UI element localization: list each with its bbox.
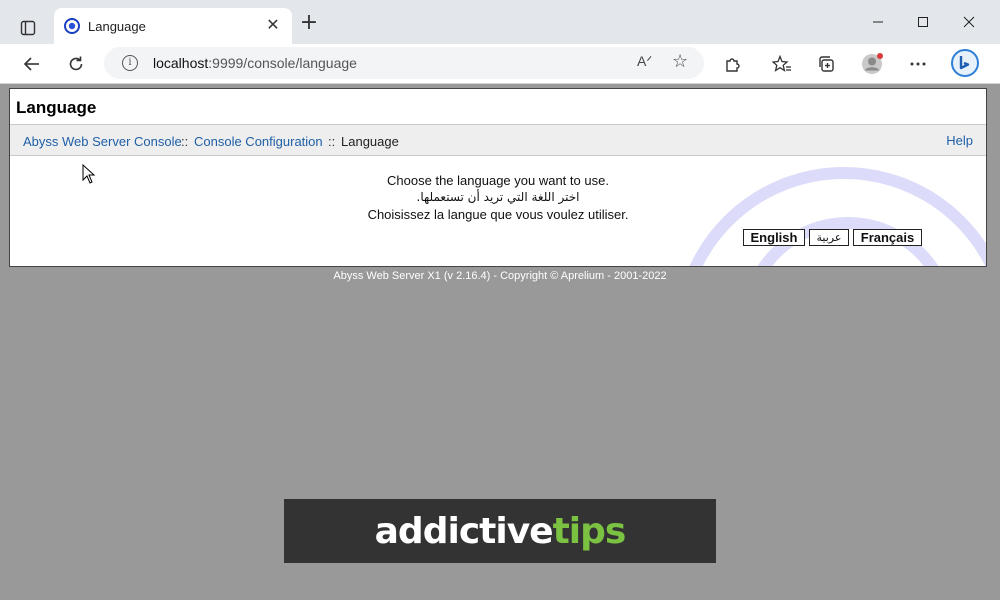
breadcrumb-configuration-link[interactable]: Console Configuration xyxy=(194,134,323,149)
instruction-arabic: اختر اللغة التي تريد أن تستعملها. xyxy=(416,190,580,204)
tab-language[interactable]: Language ✕ xyxy=(54,8,292,44)
french-button[interactable]: Français xyxy=(853,229,922,246)
plus-icon[interactable]: + xyxy=(298,12,320,34)
info-icon[interactable]: i xyxy=(122,55,138,71)
tab-title: Language xyxy=(88,19,146,34)
address-url[interactable]: localhost:9999/console/language xyxy=(153,55,357,71)
close-window-icon[interactable] xyxy=(958,12,980,34)
breadcrumb-separator: :: xyxy=(181,134,189,149)
favorites-icon[interactable] xyxy=(770,52,794,76)
mouse-cursor-icon xyxy=(82,164,96,184)
collections-icon[interactable] xyxy=(814,52,838,76)
arabic-button[interactable]: عربية xyxy=(809,229,849,246)
logo-text-addictive: addictive xyxy=(374,510,554,552)
bing-icon[interactable] xyxy=(950,48,980,78)
page-title: Language xyxy=(16,98,97,117)
maximize-icon[interactable] xyxy=(912,12,934,34)
browser-toolbar: i localhost:9999/console/language Aᐟ ☆ xyxy=(0,44,1000,84)
profile-icon[interactable] xyxy=(860,52,884,76)
add-favorite-icon[interactable]: ☆ xyxy=(672,51,688,72)
breadcrumb: Abyss Web Server Console :: Console Conf… xyxy=(10,124,986,156)
puzzle-icon[interactable] xyxy=(721,52,745,76)
back-arrow-icon[interactable] xyxy=(20,52,44,76)
help-link[interactable]: Help xyxy=(946,133,973,148)
console-panel: Language Abyss Web Server Console :: Con… xyxy=(9,88,987,267)
address-bar[interactable]: i localhost:9999/console/language Aᐟ ☆ xyxy=(104,47,704,79)
more-icon[interactable] xyxy=(906,52,930,76)
minimize-icon[interactable] xyxy=(867,12,889,34)
breadcrumb-current: Language xyxy=(341,134,399,149)
abyss-favicon-icon xyxy=(64,18,80,34)
logo-text-tips: tips xyxy=(552,510,627,552)
addictivetips-logo: addictive tips xyxy=(284,499,716,563)
english-button[interactable]: English xyxy=(743,229,805,246)
copyright-footer: Abyss Web Server X1 (v 2.16.4) - Copyrig… xyxy=(333,270,667,282)
breadcrumb-console-link[interactable]: Abyss Web Server Console xyxy=(23,134,182,149)
read-aloud-icon[interactable]: Aᐟ xyxy=(637,53,652,70)
instruction-french: Choisissez la langue que vous voulez uti… xyxy=(367,207,629,222)
language-content: Choose the language you want to use. اخت… xyxy=(10,157,986,266)
browser-titlebar: Language ✕ + xyxy=(0,0,1000,44)
refresh-icon[interactable] xyxy=(64,52,88,76)
tab-actions-icon[interactable] xyxy=(14,14,42,42)
close-tab-icon[interactable]: ✕ xyxy=(264,16,282,34)
breadcrumb-separator: :: xyxy=(328,134,336,149)
instruction-english: Choose the language you want to use. xyxy=(387,173,609,188)
